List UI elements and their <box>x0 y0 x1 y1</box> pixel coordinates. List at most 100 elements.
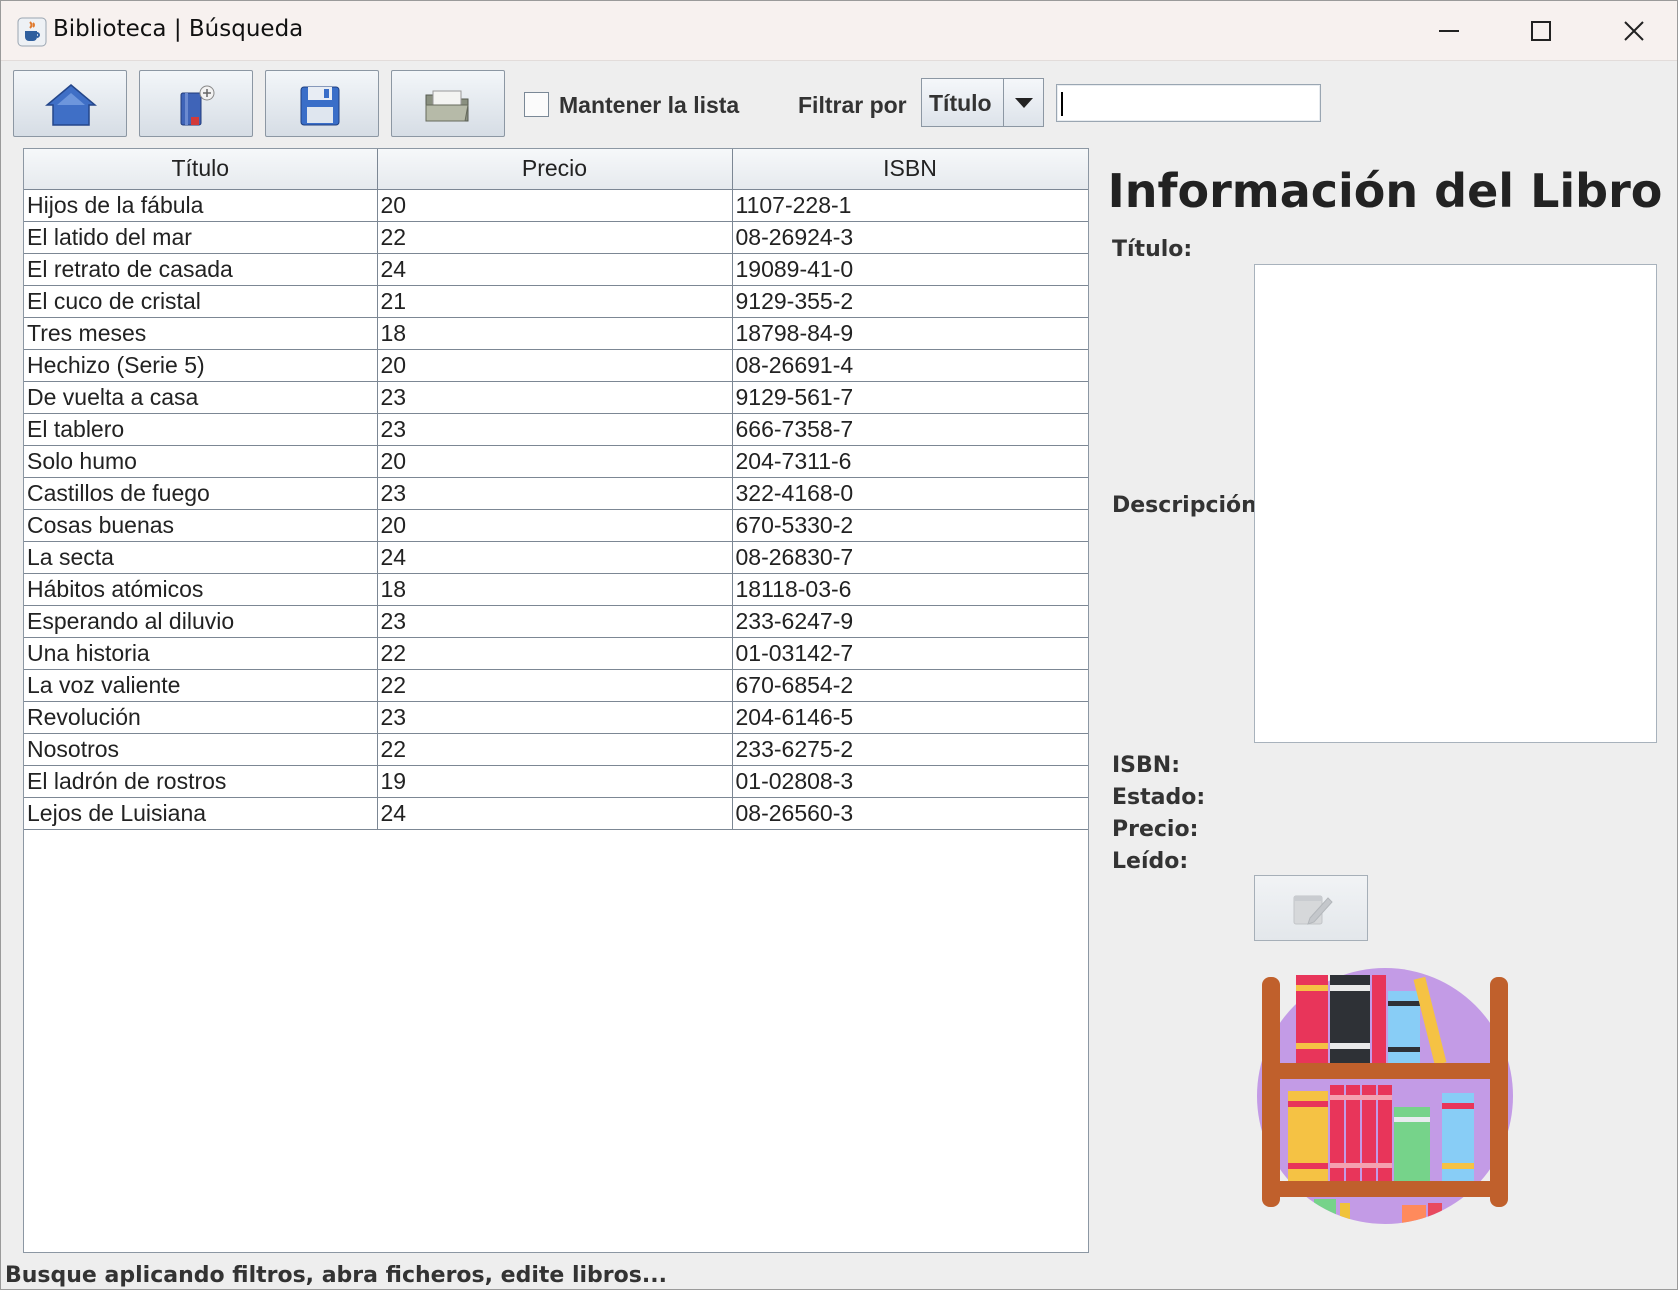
cell-title: El cuco de cristal <box>24 284 378 318</box>
column-header[interactable]: Título <box>24 149 378 190</box>
minimize-icon <box>1439 30 1459 32</box>
table-row[interactable]: El ladrón de rostros 19 01-02808-3 <box>24 764 1088 798</box>
column-header[interactable]: ISBN <box>731 149 1088 190</box>
floppy-disk-icon <box>300 86 340 126</box>
cell-title: Una historia <box>24 636 378 670</box>
cell-isbn: 204-6146-5 <box>731 700 1088 734</box>
table-row[interactable]: Cosas buenas 20 670-5330-2 <box>24 508 1088 542</box>
keep-list-checkbox[interactable] <box>524 92 549 117</box>
cell-price: 22 <box>376 220 733 254</box>
cell-isbn: 18118-03-6 <box>731 572 1088 606</box>
cell-title: El tablero <box>24 412 378 446</box>
cell-title: El retrato de casada <box>24 252 378 286</box>
table-row[interactable]: El retrato de casada 24 19089-41-0 <box>24 252 1088 286</box>
cell-isbn: 322-4168-0 <box>731 476 1088 510</box>
descripcion-label: Descripción: <box>1112 493 1266 518</box>
cell-title: Hechizo (Serie 5) <box>24 348 378 382</box>
precio-label: Precio: <box>1112 817 1199 842</box>
cell-title: Castillos de fuego <box>24 476 378 510</box>
cell-price: 24 <box>376 796 733 830</box>
cell-isbn: 670-6854-2 <box>731 668 1088 702</box>
cell-title: Nosotros <box>24 732 378 766</box>
table-row[interactable]: El tablero 23 666-7358-7 <box>24 412 1088 446</box>
title-bar[interactable]: Biblioteca | Búsqueda <box>1 1 1677 61</box>
cell-isbn: 9129-355-2 <box>731 284 1088 318</box>
cell-price: 23 <box>376 476 733 510</box>
cell-isbn: 19089-41-0 <box>731 252 1088 286</box>
filter-field-value: Título <box>929 90 992 116</box>
cell-price: 22 <box>376 668 733 702</box>
estado-label: Estado: <box>1112 785 1206 810</box>
bookshelf-icon <box>1254 967 1516 1231</box>
table-row[interactable]: Tres meses 18 18798-84-9 <box>24 316 1088 350</box>
status-bar: Busque aplicando filtros, abra ficheros,… <box>5 1263 667 1288</box>
keep-list-label: Mantener la lista <box>559 92 740 118</box>
edit-book-button[interactable] <box>1254 875 1368 941</box>
cell-price: 18 <box>376 572 733 606</box>
cell-title: Hábitos atómicos <box>24 572 378 606</box>
cell-price: 22 <box>376 732 733 766</box>
chevron-down-icon <box>1015 98 1033 108</box>
home-button[interactable] <box>13 70 127 137</box>
books-table[interactable]: Título Precio ISBN Hijos de la fábula 20 110… <box>23 148 1089 1253</box>
table-row[interactable]: La secta 24 08-26830-7 <box>24 540 1088 574</box>
table-row[interactable]: Hábitos atómicos 18 18118-03-6 <box>24 572 1088 606</box>
close-button[interactable] <box>1604 11 1664 51</box>
open-button[interactable] <box>391 70 505 137</box>
cell-price: 20 <box>376 188 733 222</box>
table-row[interactable]: El cuco de cristal 21 9129-355-2 <box>24 284 1088 318</box>
app-window: Biblioteca | Búsqueda Mantener la lista … <box>0 0 1678 1290</box>
dropdown-arrow-button[interactable] <box>1003 79 1043 126</box>
column-header[interactable]: Precio <box>376 149 733 190</box>
maximize-button[interactable] <box>1511 11 1571 51</box>
cell-title: Cosas buenas <box>24 508 378 542</box>
cell-isbn: 666-7358-7 <box>731 412 1088 446</box>
java-cup-icon <box>17 17 47 47</box>
save-button[interactable] <box>265 70 379 137</box>
cell-isbn: 233-6247-9 <box>731 604 1088 638</box>
table-header: Título Precio ISBN <box>24 149 1088 190</box>
leido-label: Leído: <box>1112 849 1189 874</box>
table-row[interactable]: Lejos de Luisiana 24 08-26560-3 <box>24 796 1088 830</box>
cell-price: 23 <box>376 604 733 638</box>
table-row[interactable]: Hijos de la fábula 20 1107-228-1 <box>24 188 1088 222</box>
cell-price: 24 <box>376 540 733 574</box>
cell-price: 20 <box>376 508 733 542</box>
table-row[interactable]: Hechizo (Serie 5) 20 08-26691-4 <box>24 348 1088 382</box>
folder-open-icon <box>425 90 469 122</box>
cell-isbn: 1107-228-1 <box>731 188 1088 222</box>
cell-price: 20 <box>376 444 733 478</box>
table-row[interactable]: Castillos de fuego 23 322-4168-0 <box>24 476 1088 510</box>
cell-price: 23 <box>376 700 733 734</box>
description-textarea[interactable] <box>1254 264 1657 743</box>
minimize-button[interactable] <box>1419 11 1479 51</box>
table-row[interactable]: Solo humo 20 204-7311-6 <box>24 444 1088 478</box>
book-add-icon <box>180 85 215 126</box>
cell-title: El ladrón de rostros <box>24 764 378 798</box>
table-row[interactable]: De vuelta a casa 23 9129-561-7 <box>24 380 1088 414</box>
cell-price: 22 <box>376 636 733 670</box>
cell-title: De vuelta a casa <box>24 380 378 414</box>
cell-isbn: 01-02808-3 <box>731 764 1088 798</box>
cell-title: La secta <box>24 540 378 574</box>
table-row[interactable]: Esperando al diluvio 23 233-6247-9 <box>24 604 1088 638</box>
table-row[interactable]: Una historia 22 01-03142-7 <box>24 636 1088 670</box>
cell-price: 20 <box>376 348 733 382</box>
cell-title: El latido del mar <box>24 220 378 254</box>
cell-isbn: 18798-84-9 <box>731 316 1088 350</box>
cell-isbn: 670-5330-2 <box>731 508 1088 542</box>
window-title: Biblioteca | Búsqueda <box>53 16 304 42</box>
cell-title: Lejos de Luisiana <box>24 796 378 830</box>
table-row[interactable]: La voz valiente 22 670-6854-2 <box>24 668 1088 702</box>
maximize-icon <box>1531 21 1551 41</box>
table-row[interactable]: Revolución 23 204-6146-5 <box>24 700 1088 734</box>
filter-field-select[interactable]: Título <box>921 78 1044 127</box>
new-book-button[interactable] <box>139 70 253 137</box>
cell-isbn: 08-26691-4 <box>731 348 1088 382</box>
cell-title: Revolución <box>24 700 378 734</box>
cell-price: 23 <box>376 412 733 446</box>
table-row[interactable]: El latido del mar 22 08-26924-3 <box>24 220 1088 254</box>
cell-price: 18 <box>376 316 733 350</box>
filter-input[interactable] <box>1056 84 1321 122</box>
table-row[interactable]: Nosotros 22 233-6275-2 <box>24 732 1088 766</box>
